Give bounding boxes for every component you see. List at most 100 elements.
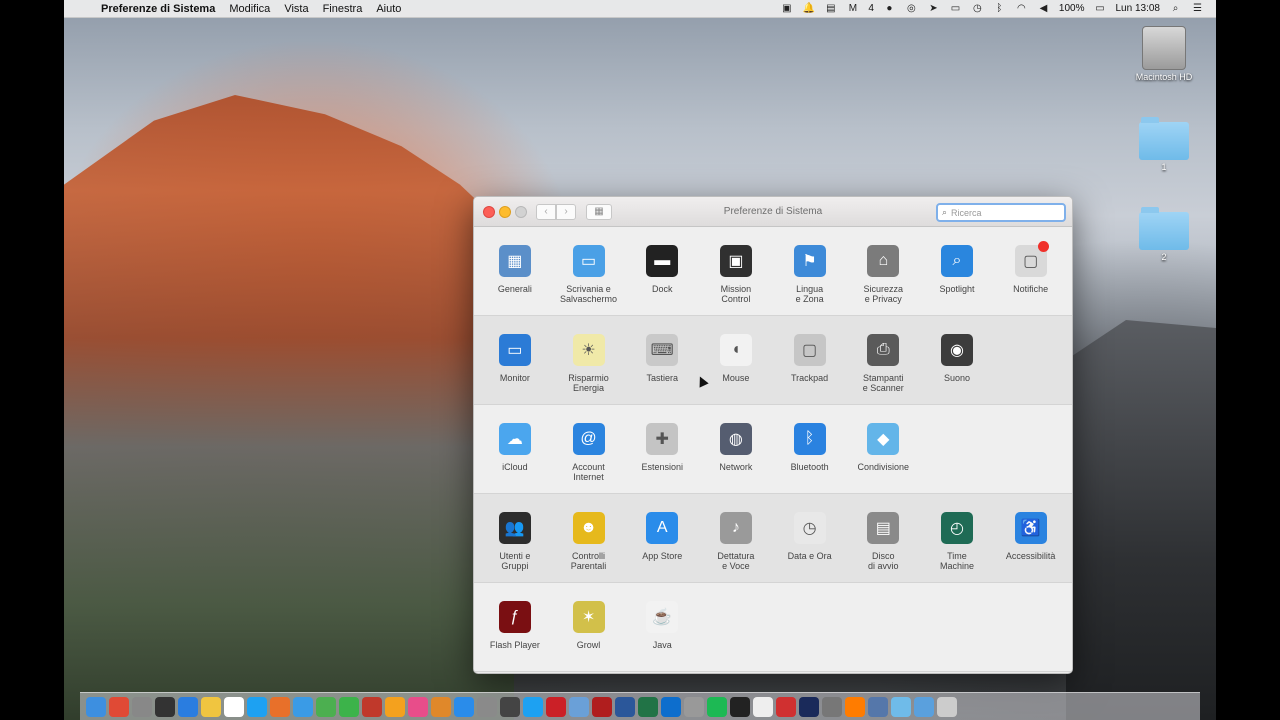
app-menu[interactable]: Preferenze di Sistema [94,3,222,15]
dock-scanner-icon[interactable] [868,696,888,717]
pane-flash[interactable]: ƒ Flash Player [478,583,552,671]
dock-excel-icon[interactable] [638,696,658,717]
pane-at[interactable]: @ Account Internet [552,405,626,493]
dock-photos-icon[interactable] [385,696,405,717]
pane-app-store[interactable]: A App Store [625,494,699,582]
dock-illustrator-icon[interactable] [845,696,865,717]
dock-launchpad-icon[interactable] [132,696,152,717]
memory-icon[interactable]: ▤ [824,3,837,14]
dock-safari-icon[interactable] [293,696,313,717]
airplay-icon[interactable]: ▭ [949,3,962,14]
pane-java[interactable]: ☕ Java [625,583,699,671]
pane-sharing-folder[interactable]: ◆ Condivisione [846,405,920,493]
volume-icon[interactable]: ◀ [1037,3,1050,14]
dock-downloads-icon[interactable] [914,696,934,717]
dock-word-icon[interactable] [615,696,635,717]
pane-clock[interactable]: ◷ Data e Ora [773,494,847,582]
dock-photobooth-icon[interactable] [362,696,382,717]
pane-puzzle[interactable]: ✚ Estensioni [625,405,699,493]
time-machine-status-icon[interactable]: ◷ [971,3,984,14]
battery-icon[interactable]: ▭ [1094,3,1107,14]
dock-trash-icon[interactable] [937,696,957,717]
wallpaper-mountain [64,95,514,720]
dock-spotify-icon[interactable] [707,696,727,717]
pane-parental[interactable]: ☻ Controlli Parentali [552,494,626,582]
dock-notes-icon[interactable] [201,696,221,717]
menu-vista[interactable]: Vista [277,3,315,15]
spotlight-search-icon[interactable]: ⌕ [1169,3,1182,14]
dock-dashboard-icon[interactable] [155,696,175,717]
dock-ibooks-icon[interactable] [431,696,451,717]
dock-preferences-icon[interactable] [477,696,497,717]
desktop-icon-hd[interactable]: Macintosh HD [1124,26,1204,82]
menu-finestra[interactable]: Finestra [316,3,370,15]
desktop-icon-folder-2[interactable]: 2 [1124,206,1204,262]
dock-textedit-icon[interactable] [753,696,773,717]
bell-icon[interactable]: 🔔 [802,3,815,14]
pane-desktop[interactable]: ▭ Scrivania e Salvaschermo [552,227,626,315]
pane-accessibility[interactable]: ♿ Accessibilità [994,494,1068,582]
dock-finder-icon[interactable] [86,696,106,717]
pane-microphone[interactable]: ♪ Dettatura e Voce [699,494,773,582]
dock-skype-icon[interactable] [247,696,267,717]
menu-modifica[interactable]: Modifica [222,3,277,15]
pane-label: Notifiche [1013,284,1049,294]
menu-aiuto[interactable]: Aiuto [369,3,408,15]
pane-growl[interactable]: ✶ Growl [552,583,626,671]
pane-bluetooth[interactable]: ᛒ Bluetooth [773,405,847,493]
pane-flag[interactable]: ⚑ Lingua e Zona [773,227,847,315]
dock-terminal-icon[interactable] [730,696,750,717]
pane-users[interactable]: 👥 Utenti e Gruppi [478,494,552,582]
pane-startup-disk[interactable]: ▤ Disco di avvio [846,494,920,582]
spaces-icon[interactable]: M [846,3,859,14]
pane-mouse[interactable]: ◖ Mouse [699,316,773,404]
sync-icon[interactable]: ◎ [905,3,918,14]
pane-house-lock[interactable]: ⌂ Sicurezza e Privacy [846,227,920,315]
notification-center-icon[interactable]: ☰ [1191,3,1204,14]
pane-keyboard[interactable]: ⌨ Tastiera [625,316,699,404]
clock[interactable]: Lun 13:08 [1116,3,1161,14]
location-icon[interactable]: ➤ [927,3,940,14]
dock-folder-icon[interactable] [891,696,911,717]
dock-chrome-icon[interactable] [109,696,129,717]
growl-status-icon[interactable]: ● [883,3,896,14]
title-bar[interactable]: ‹ › ▦ Preferenze di Sistema ⌕ Ricerca [474,197,1072,227]
pane-icloud[interactable]: ☁ iCloud [478,405,552,493]
pane-monitor[interactable]: ▭ Monitor [478,316,552,404]
dock-twitter-icon[interactable] [523,696,543,717]
dock-screen-icon[interactable] [500,696,520,717]
dock-camera-icon[interactable] [822,696,842,717]
dock-facetime-icon[interactable] [339,696,359,717]
pane-general[interactable]: ▦ Generali [478,227,552,315]
screen-record-icon[interactable]: ▣ [780,3,793,14]
dock-photoshop-icon[interactable] [799,696,819,717]
pane-printer[interactable]: ⎙ Stampanti e Scanner [846,316,920,404]
pane-spotlight[interactable]: ⌕ Spotlight [920,227,994,315]
dock-keychain-icon[interactable] [684,696,704,717]
pane-speaker[interactable]: ◉ Suono [920,316,994,404]
dock-dropbox-icon[interactable] [661,696,681,717]
dock-pdf-icon[interactable] [776,696,796,717]
dock-itunes-icon[interactable] [408,696,428,717]
microphone-icon: ♪ [719,512,752,544]
wifi-icon[interactable]: ◠ [1015,3,1028,14]
pane-time-machine[interactable]: ◴ Time Machine [920,494,994,582]
dock-firefox-icon[interactable] [270,696,290,717]
desktop-icon-folder-1[interactable]: 1 [1124,116,1204,172]
pane-globe[interactable]: ◍ Network [699,405,773,493]
pane-trackpad[interactable]: ▢ Trackpad [773,316,847,404]
bluetooth-status-icon[interactable]: ᛒ [993,3,1006,14]
dock-messages-icon[interactable] [316,696,336,717]
dock-calendar-icon[interactable] [224,696,244,717]
dock-preview-icon[interactable] [569,696,589,717]
pane-dock[interactable]: ▬ Dock [625,227,699,315]
pane-mission-control[interactable]: ▣ Mission Control [699,227,773,315]
pane-bulb[interactable]: ☀ Risparmio Energia [552,316,626,404]
dock-safari-icon[interactable] [178,696,198,717]
dock-pinterest-icon[interactable] [546,696,566,717]
battery-percent[interactable]: 100% [1059,3,1085,14]
dock-filezilla-icon[interactable] [592,696,612,717]
dock-app-store-icon[interactable] [454,696,474,717]
pane-notifications[interactable]: ▢ Notifiche [994,227,1068,315]
search-field[interactable]: ⌕ Ricerca [936,203,1066,222]
